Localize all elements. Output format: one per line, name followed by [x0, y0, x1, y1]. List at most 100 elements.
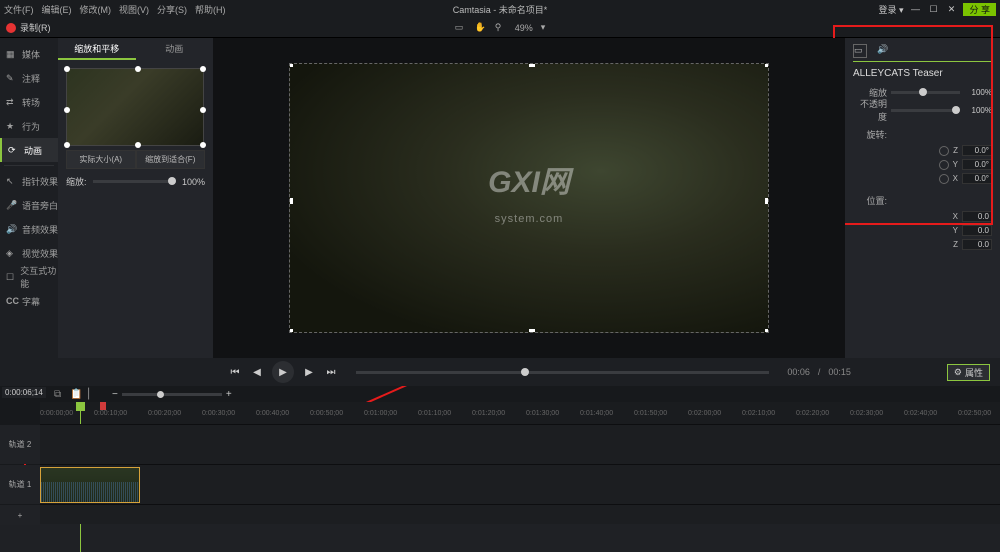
- magnify-icon[interactable]: ⚲: [495, 22, 507, 34]
- preview-frame[interactable]: GXI网 system.com: [289, 63, 769, 333]
- opacity-prop-value: 100%: [964, 106, 992, 115]
- step-fwd-button[interactable]: ▶: [302, 365, 316, 379]
- zoom-value[interactable]: 49%: [515, 23, 533, 33]
- sidebar-item-visual[interactable]: ◈视觉效果: [0, 241, 58, 265]
- ruler-tick: 0:02:10;00: [742, 410, 775, 417]
- scale-to-fit-button[interactable]: 缩放到适合(F): [136, 150, 206, 169]
- ruler-tick: 0:02:00;00: [688, 410, 721, 417]
- sidebar-label: 动画: [24, 144, 42, 157]
- ruler-tick: 0:01:40;00: [580, 410, 613, 417]
- add-track-button[interactable]: +: [0, 505, 40, 525]
- next-frame-button[interactable]: ⏭: [324, 365, 338, 379]
- tab-zoom-pan[interactable]: 缩放和平移: [58, 38, 136, 60]
- rot-y-icon[interactable]: [939, 160, 949, 170]
- media-icon: ▦: [6, 49, 17, 60]
- pos-x-input[interactable]: 0.0: [962, 211, 992, 222]
- menu-modify[interactable]: 修改(M): [80, 3, 112, 16]
- rot-x-input[interactable]: 0.0°: [962, 173, 992, 184]
- toolbar: 录制(R) ▭ ✋ ⚲ 49% ▾: [0, 18, 1000, 38]
- ruler-tick: 0:00:10;00: [94, 410, 127, 417]
- sidebar-item-media[interactable]: ▦媒体: [0, 42, 58, 66]
- axis-y: Y: [953, 160, 958, 169]
- sidebar-label: 字幕: [22, 295, 40, 308]
- properties-toggle-button[interactable]: ⚙属性: [947, 364, 990, 381]
- maximize-button[interactable]: ☐: [927, 4, 939, 15]
- record-icon[interactable]: [6, 23, 16, 33]
- menu-file[interactable]: 文件(F): [4, 3, 34, 16]
- menu-edit[interactable]: 编辑(E): [42, 3, 72, 16]
- login-dropdown[interactable]: 登录 ▾: [878, 3, 903, 16]
- ruler-tick: 0:01:50;00: [634, 410, 667, 417]
- timeline-zoom-slider[interactable]: [122, 393, 222, 396]
- menu-help[interactable]: 帮助(H): [195, 3, 226, 16]
- scale-prop-value: 100%: [964, 88, 992, 97]
- split-icon[interactable]: ⎮: [86, 389, 96, 399]
- prev-frame-button[interactable]: ⏮: [228, 365, 242, 379]
- axis-z: Z: [953, 240, 958, 249]
- step-back-button[interactable]: ◀: [250, 365, 264, 379]
- visual-props-tab-icon[interactable]: ▭: [853, 44, 867, 58]
- menubar: 文件(F) 编辑(E) 修改(M) 视图(V) 分享(S) 帮助(H) Camt…: [0, 0, 1000, 18]
- zoom-in-icon[interactable]: +: [226, 389, 232, 400]
- rot-z-input[interactable]: 0.0°: [962, 145, 992, 156]
- track-1-header[interactable]: 轨道 1: [0, 465, 40, 504]
- pos-y-input[interactable]: 0.0: [962, 225, 992, 236]
- ruler-tick: 0:01:20;00: [472, 410, 505, 417]
- bin-panel: 缩放和平移 动画 实际大小(A) 缩放到适合(F) 缩放: 100%: [58, 38, 213, 358]
- timeline-marker[interactable]: [100, 402, 106, 410]
- tab-animation[interactable]: 动画: [136, 38, 214, 60]
- crop-icon[interactable]: ▭: [455, 22, 467, 34]
- timeline-ruler[interactable]: 0:00:06;14 0:00:00;000:00:10;000:00:20;0…: [40, 402, 1000, 424]
- play-button[interactable]: ▶: [272, 361, 294, 383]
- pos-z-input[interactable]: 0.0: [962, 239, 992, 250]
- close-button[interactable]: ✕: [945, 4, 957, 15]
- ruler-tick: 0:02:20;00: [796, 410, 829, 417]
- menu-share[interactable]: 分享(S): [157, 3, 187, 16]
- record-label[interactable]: 录制(R): [20, 21, 51, 34]
- zoom-dropdown-icon[interactable]: ▾: [541, 22, 546, 33]
- sidebar-item-animations[interactable]: ⟳动画: [0, 138, 58, 162]
- copy-icon[interactable]: ⧉: [54, 389, 64, 399]
- position-label: 位置:: [853, 194, 887, 207]
- rot-z-icon[interactable]: [939, 146, 949, 156]
- sidebar-label: 交互式功能: [20, 264, 58, 290]
- hand-icon[interactable]: ✋: [475, 22, 487, 34]
- track-1[interactable]: 轨道 1: [40, 464, 1000, 504]
- scale-prop-slider[interactable]: [891, 91, 960, 94]
- audio-props-tab-icon[interactable]: 🔊: [877, 44, 891, 58]
- time-total: 00:15: [828, 367, 851, 377]
- sidebar-item-transitions[interactable]: ⇄转场: [0, 90, 58, 114]
- sidebar-label: 指针效果: [22, 175, 58, 188]
- sidebar-item-cursor[interactable]: ↖指针效果: [0, 169, 58, 193]
- properties-panel: ▭ 🔊 ALLEYCATS Teaser 缩放 100% 不透明度 100% 旋…: [845, 38, 1000, 358]
- sidebar-item-captions[interactable]: CC字幕: [0, 289, 58, 313]
- ruler-tick: 0:01:10;00: [418, 410, 451, 417]
- rot-x-icon[interactable]: [939, 174, 949, 184]
- scale-slider[interactable]: [93, 180, 176, 183]
- timeline-clip[interactable]: [40, 467, 140, 503]
- interactive-icon: ☐: [6, 272, 15, 283]
- zoom-out-icon[interactable]: −: [112, 389, 118, 400]
- rot-y-input[interactable]: 0.0°: [962, 159, 992, 170]
- minimize-button[interactable]: —: [909, 4, 921, 14]
- ruler-tick: 0:00:30;00: [202, 410, 235, 417]
- sidebar-item-audio[interactable]: 🔊音频效果: [0, 217, 58, 241]
- axis-x: X: [953, 212, 958, 221]
- actual-size-button[interactable]: 实际大小(A): [66, 150, 136, 169]
- sidebar-item-behaviors[interactable]: ★行为: [0, 114, 58, 138]
- watermark: GXI网 system.com: [488, 168, 570, 228]
- sidebar-item-voice[interactable]: 🎤语音旁白: [0, 193, 58, 217]
- divider: [4, 165, 54, 166]
- sidebar-item-annotations[interactable]: ✎注释: [0, 66, 58, 90]
- menu-view[interactable]: 视图(V): [119, 3, 149, 16]
- paste-icon[interactable]: 📋: [70, 389, 80, 399]
- share-button[interactable]: 分 享: [963, 3, 996, 16]
- ruler-tick: 0:02:40;00: [904, 410, 937, 417]
- zoom-pan-thumbnail[interactable]: [66, 68, 204, 146]
- opacity-prop-slider[interactable]: [891, 109, 960, 112]
- track-2[interactable]: 轨道 2: [40, 424, 1000, 464]
- track-2-header[interactable]: 轨道 2: [0, 425, 40, 464]
- sidebar-item-interactive[interactable]: ☐ 交互式功能: [0, 265, 58, 289]
- seek-slider[interactable]: [356, 371, 769, 374]
- track-empty[interactable]: +: [40, 504, 1000, 524]
